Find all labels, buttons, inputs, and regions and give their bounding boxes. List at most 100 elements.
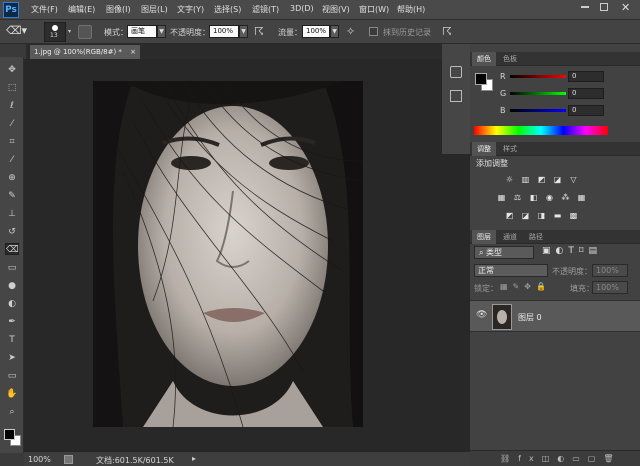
- green-value[interactable]: 0: [568, 88, 604, 99]
- gradient-map-icon[interactable]: ▬: [552, 210, 563, 221]
- menu-window[interactable]: 窗口(W): [359, 4, 389, 15]
- color-balance-icon[interactable]: ⚖: [512, 192, 523, 203]
- move-icon[interactable]: ✥: [5, 64, 19, 76]
- blue-slider[interactable]: [510, 109, 566, 112]
- eyedropper-icon[interactable]: ⁄: [5, 154, 19, 166]
- photo-filter-icon[interactable]: ◉: [544, 192, 555, 203]
- hue-saturation-icon[interactable]: ▦: [496, 192, 507, 203]
- opacity-field[interactable]: 100%: [209, 25, 239, 38]
- type-icon[interactable]: T: [5, 334, 19, 346]
- invert-icon[interactable]: ◩: [504, 210, 515, 221]
- zoom-icon[interactable]: ⌕: [5, 406, 19, 418]
- path-select-icon[interactable]: ➤: [5, 352, 19, 364]
- dodge-icon[interactable]: ◐: [5, 298, 19, 310]
- layer-name[interactable]: 图层 0: [518, 312, 542, 323]
- eraser-preset-icon[interactable]: ⌫▾: [6, 24, 32, 40]
- hand-icon[interactable]: ✋: [5, 388, 19, 400]
- layers-footer-buttons[interactable]: ⛓fx◫◐▭▢🗑: [470, 450, 640, 466]
- blend-mode-select[interactable]: 正常: [474, 264, 548, 277]
- document-size: 文档:601.5K/601.5K: [96, 456, 174, 465]
- tab-styles[interactable]: 样式: [498, 142, 522, 156]
- layer-filter-icons[interactable]: ▣◐T⌑▤: [542, 246, 602, 256]
- tab-paths[interactable]: 路径: [524, 230, 548, 244]
- airbrush-icon[interactable]: ✧: [346, 25, 355, 38]
- blur-icon[interactable]: ●: [5, 280, 19, 292]
- brightness-icon[interactable]: ☼: [504, 174, 515, 185]
- mode-select[interactable]: 画笔: [127, 25, 157, 38]
- menu-3d[interactable]: 3D(D): [290, 4, 314, 13]
- healing-icon[interactable]: ⊕: [5, 172, 19, 184]
- history-brush-icon[interactable]: ↺: [5, 226, 19, 238]
- marquee-icon[interactable]: ⬚: [5, 82, 19, 94]
- pressure-opacity-icon[interactable]: ☈: [254, 25, 264, 38]
- lasso-icon[interactable]: ℓ: [5, 100, 19, 112]
- menu-file[interactable]: 文件(F): [31, 4, 58, 15]
- quick-select-icon[interactable]: ⁄: [5, 118, 19, 130]
- close-tab-icon[interactable]: ×: [130, 48, 136, 56]
- tab-layers[interactable]: 图层: [472, 230, 496, 244]
- selective-color-icon[interactable]: ▩: [568, 210, 579, 221]
- stamp-icon[interactable]: ⊥: [5, 208, 19, 220]
- menu-help[interactable]: 帮助(H): [397, 4, 425, 15]
- erase-history-checkbox[interactable]: [369, 27, 378, 36]
- history-panel-icon[interactable]: [450, 66, 462, 78]
- flow-dropdown-icon[interactable]: ▼: [330, 25, 339, 38]
- menu-select[interactable]: 选择(S): [214, 4, 241, 15]
- status-icon[interactable]: [64, 455, 73, 464]
- actions-panel-icon[interactable]: [450, 90, 462, 102]
- chevron-down-icon[interactable]: ▾: [68, 28, 71, 35]
- menu-edit[interactable]: 编辑(E): [68, 4, 95, 15]
- exposure-icon[interactable]: ◪: [552, 174, 563, 185]
- tab-color[interactable]: 颜色: [472, 52, 496, 66]
- mode-dropdown-icon[interactable]: ▼: [157, 25, 166, 38]
- color-lookup-icon[interactable]: ▦: [576, 192, 587, 203]
- pressure-size-icon[interactable]: ☈: [442, 25, 452, 38]
- black-white-icon[interactable]: ◧: [528, 192, 539, 203]
- levels-icon[interactable]: ▥: [520, 174, 531, 185]
- lock-icons[interactable]: ▦✎✥🔒: [500, 282, 551, 291]
- fg-color-chip[interactable]: [475, 73, 487, 85]
- foreground-color-swatch[interactable]: [4, 429, 15, 440]
- color-spectrum[interactable]: [474, 126, 608, 135]
- gradient-icon[interactable]: ▭: [5, 262, 19, 274]
- crop-icon[interactable]: ⌗: [5, 136, 19, 148]
- threshold-icon[interactable]: ◨: [536, 210, 547, 221]
- green-slider[interactable]: [510, 92, 566, 95]
- tab-swatches[interactable]: 色板: [498, 52, 522, 66]
- pen-icon[interactable]: ✒: [5, 316, 19, 328]
- brush-panel-icon[interactable]: [78, 25, 92, 39]
- document-tab[interactable]: 1.jpg @ 100%(RGB/8#) * ×: [30, 45, 140, 59]
- flow-field[interactable]: 100%: [302, 25, 330, 38]
- menu-image[interactable]: 图像(I): [106, 4, 131, 15]
- zoom-level[interactable]: 100%: [28, 455, 51, 464]
- red-value[interactable]: 0: [568, 71, 604, 82]
- tab-channels[interactable]: 通道: [498, 230, 522, 244]
- maximize-icon[interactable]: [600, 3, 608, 11]
- fill-field[interactable]: 100%: [592, 281, 628, 294]
- vibrance-icon[interactable]: ▽: [568, 174, 579, 185]
- erase-history-label: 抹到历史记录: [383, 28, 431, 37]
- brush-icon[interactable]: ✎: [5, 190, 19, 202]
- curves-icon[interactable]: ◩: [536, 174, 547, 185]
- opacity-dropdown-icon[interactable]: ▼: [239, 25, 248, 38]
- shape-icon[interactable]: ▭: [5, 370, 19, 382]
- menu-type[interactable]: 文字(Y): [177, 4, 204, 15]
- red-slider[interactable]: [510, 75, 566, 78]
- layer-filter-select[interactable]: ⌕ 类型: [474, 246, 534, 259]
- document-image[interactable]: [93, 81, 363, 427]
- minimize-icon[interactable]: [581, 6, 589, 8]
- menu-layer[interactable]: 图层(L): [141, 4, 168, 15]
- close-window-icon[interactable]: ✕: [621, 1, 630, 14]
- layer-row[interactable]: 👁 图层 0: [470, 300, 640, 332]
- posterize-icon[interactable]: ◪: [520, 210, 531, 221]
- brush-preset-picker[interactable]: 13: [44, 22, 66, 42]
- blue-value[interactable]: 0: [568, 105, 604, 116]
- layer-opacity-field[interactable]: 100%: [592, 264, 628, 277]
- eraser-icon[interactable]: ⌫: [5, 243, 19, 255]
- menu-view[interactable]: 视图(V): [322, 4, 350, 15]
- tab-adjustments[interactable]: 调整: [472, 142, 496, 156]
- menu-filter[interactable]: 滤镜(T): [252, 4, 279, 15]
- status-menu-icon[interactable]: ▸: [192, 454, 196, 463]
- eye-visibility-icon[interactable]: 👁: [476, 310, 487, 320]
- channel-mixer-icon[interactable]: ⁂: [560, 192, 571, 203]
